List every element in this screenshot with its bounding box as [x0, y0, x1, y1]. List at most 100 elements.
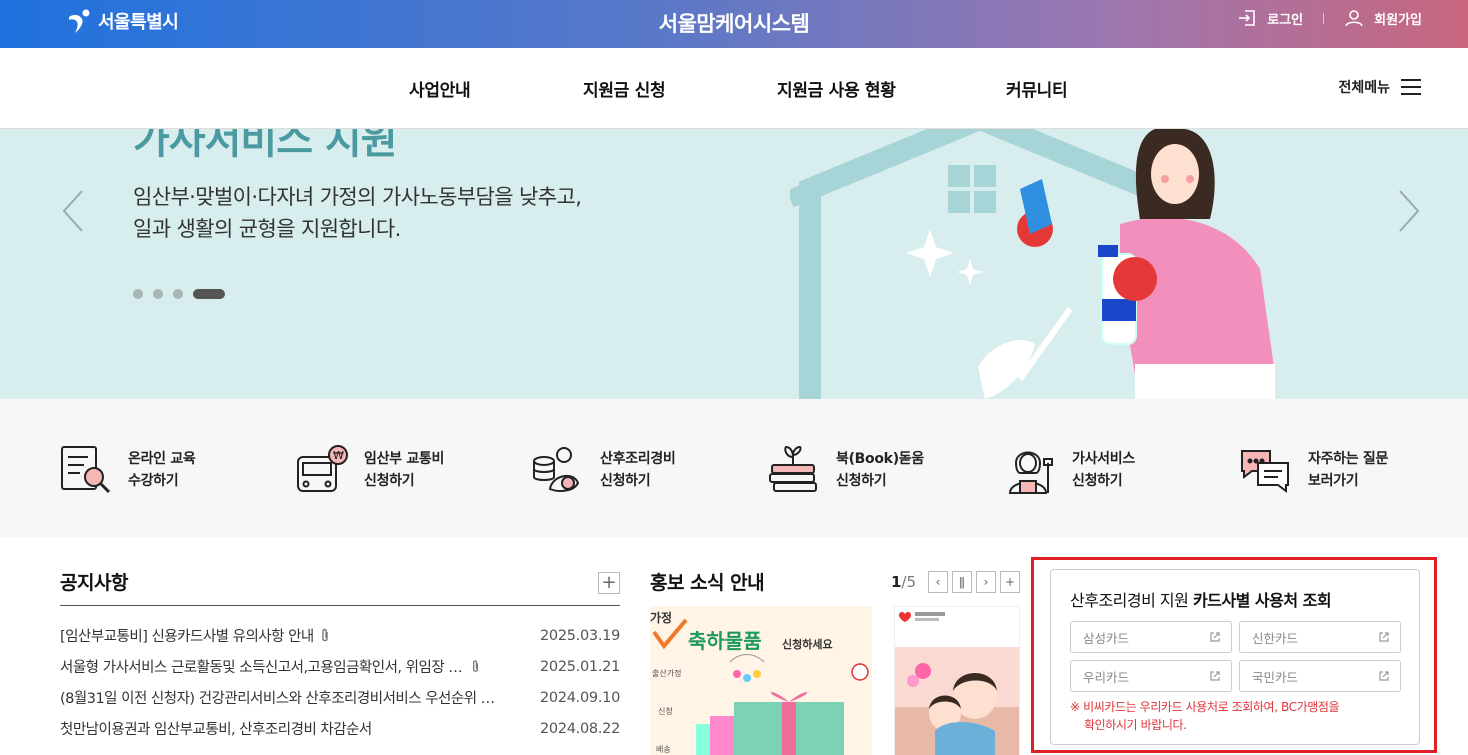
banner-side-text-3: 배송: [656, 745, 671, 754]
quick-link-sublabel: 수강하기: [128, 473, 179, 489]
quick-link-education[interactable]: 온라인 교육 수강하기: [58, 443, 196, 497]
svg-text:₩: ₩: [333, 449, 344, 462]
quick-link-label: 산후조리경비: [600, 451, 676, 467]
site-title[interactable]: 서울맘케어시스템: [659, 12, 810, 36]
quick-link-label: 임산부 교통비: [364, 451, 445, 467]
promo-total: /5: [901, 573, 916, 591]
quick-link-label: 자주하는 질문: [1308, 451, 1389, 467]
promo-prev-button[interactable]: ‹: [928, 571, 948, 593]
nav-item-apply[interactable]: 지원금 신청: [583, 76, 666, 101]
logo-text: 서울특별시: [98, 12, 179, 33]
card-button-label: 우리카드: [1083, 669, 1130, 685]
notice-item[interactable]: (8월31일 이전 신청자) 건강관리서비스와 산후조리경비서비스 우선순위 안…: [60, 682, 620, 713]
divider: [1323, 12, 1325, 24]
quick-links: 온라인 교육 수강하기 ₩ 임산부 교통비 신청하기 산후조리경비 신청하기 북…: [0, 399, 1468, 537]
notice-item-title: 첫만남이용권과 임산부교통비, 산후조리경비 차감순서: [60, 722, 372, 738]
card-button-kookmin[interactable]: 국민카드: [1239, 660, 1401, 692]
card-button-label: 삼성카드: [1083, 630, 1130, 646]
slide-dot-4[interactable]: [193, 289, 225, 299]
login-icon: [1239, 10, 1256, 26]
signup-link[interactable]: 회원가입: [1344, 8, 1422, 28]
hero-banner: 가사서비스 지원 임산부·맞벌이·다자녀 가정의 가사노동부담을 낮추고, 일과…: [0, 129, 1468, 399]
login-link[interactable]: 로그인: [1237, 8, 1303, 28]
promo-next-button[interactable]: ›: [976, 571, 996, 593]
family-banner-image: [895, 607, 1019, 755]
nav-item-community[interactable]: 커뮤니티: [1006, 76, 1068, 101]
quick-link-book[interactable]: 북(Book)돋움 신청하기: [766, 443, 924, 497]
banner-side-text-2: 신청: [658, 707, 673, 716]
notice-item-title: (8월31일 이전 신청자) 건강관리서비스와 산후조리경비서비스 우선순위 안…: [60, 691, 500, 707]
external-link-icon: [1210, 632, 1220, 642]
quick-link-transport[interactable]: ₩ 임산부 교통비 신청하기: [294, 443, 444, 497]
notice-item-date: 2025.03.19: [539, 627, 620, 644]
quick-link-housekeeping[interactable]: 가사서비스 신청하기: [1002, 443, 1135, 497]
quick-link-faq[interactable]: 자주하는 질문 보러가기: [1238, 443, 1388, 497]
card-button-samsung[interactable]: 삼성카드: [1070, 621, 1232, 653]
slide-dot-1[interactable]: [133, 289, 143, 299]
quick-link-sublabel: 신청하기: [364, 473, 415, 489]
postpartum-icon: [533, 447, 580, 492]
notice-more-button[interactable]: +: [598, 572, 620, 594]
promo-more-button[interactable]: +: [1000, 571, 1020, 593]
promo-banner-gift[interactable]: 가정 축하물품 신청하세요 출산가정 신청 배송: [650, 606, 872, 755]
notice-item[interactable]: [임산부교통비] 신용카드사별 유의사항 안내 2025.03.19: [60, 620, 620, 651]
housekeeper-icon: [1008, 451, 1053, 494]
prev-slide-icon[interactable]: [58, 187, 88, 235]
notice-item[interactable]: 서울형 가사서비스 근로활동및 소득신고서,고용임금확인서, 위임장 양식 안내…: [60, 651, 620, 682]
quick-link-label: 가사서비스: [1072, 451, 1135, 467]
banner-main-text: 축하물품: [688, 629, 762, 653]
card-lookup-highlight: 산후조리경비 지원 카드사별 사용처 조회 삼성카드 신한카드 우리카드 국민카…: [1031, 557, 1437, 753]
plus-icon: +: [1004, 575, 1016, 589]
card-button-shinhan[interactable]: 신한카드: [1239, 621, 1401, 653]
card-button-label: 신한카드: [1252, 630, 1299, 646]
promo-pause-button[interactable]: ǁ: [952, 571, 972, 593]
notice-item[interactable]: 첫만남이용권과 임산부교통비, 산후조리경비 차감순서 2024.08.22: [60, 713, 620, 744]
notice-item-date: 2025.01.21: [539, 658, 620, 675]
notice-item-date: 2024.08.22: [539, 720, 620, 737]
banner-sub-text: 신청하세요: [782, 637, 833, 651]
main-nav: 사업안내 지원금 신청 지원금 사용 현황 커뮤니티 전체메뉴: [0, 48, 1468, 129]
seoul-logo[interactable]: 서울특별시: [66, 6, 179, 36]
plus-icon: +: [601, 572, 617, 593]
notice-section: 공지사항 + [임산부교통비] 신용카드사별 유의사항 안내 2025.03.1…: [60, 568, 620, 744]
quick-link-postpartum[interactable]: 산후조리경비 신청하기: [530, 443, 676, 497]
card-lookup-title: 산후조리경비 지원 카드사별 사용처 조회: [1070, 587, 1332, 611]
notice-item-title: [임산부교통비] 신용카드사별 유의사항 안내: [60, 629, 314, 645]
external-link-icon: [1379, 632, 1389, 642]
external-link-icon: [1210, 671, 1220, 681]
slide-indicators: [133, 289, 225, 299]
quick-link-label: 북(Book)돋움: [836, 451, 924, 467]
banner-top-text: 가정: [650, 610, 672, 625]
promo-section: 홍보 소식 안내 1/5 ‹ ǁ › + 가정 축하물품 신청하세요 출산가정 …: [650, 568, 1020, 755]
slide-dot-3[interactable]: [173, 289, 183, 299]
chevron-right-icon: ›: [983, 575, 989, 589]
nav-item-usage[interactable]: 지원금 사용 현황: [777, 76, 896, 101]
quick-link-sublabel: 신청하기: [836, 473, 887, 489]
promo-banner-family[interactable]: [894, 606, 1020, 755]
quick-link-sublabel: 신청하기: [600, 473, 651, 489]
promo-controls: 1/5 ‹ ǁ › +: [891, 571, 1020, 593]
banner-side-text-1: 출산가정: [652, 668, 681, 678]
all-menu-button[interactable]: 전체메뉴: [1338, 77, 1422, 97]
bc-card-notice-line2: 확인하시기 바랍니다.: [1084, 718, 1187, 732]
all-menu-label: 전체메뉴: [1338, 80, 1390, 96]
slide-dot-2[interactable]: [153, 289, 163, 299]
signup-label: 회원가입: [1374, 12, 1422, 28]
next-slide-icon[interactable]: [1394, 187, 1424, 235]
hamburger-icon: [1401, 79, 1421, 95]
notice-title: 공지사항: [60, 572, 128, 594]
bc-card-notice-line1: ※ 비씨카드는 우리카드 사용처로 조회하여, BC가맹점을: [1070, 700, 1340, 714]
pause-icon: ǁ: [959, 575, 965, 589]
card-lookup-title-bold: 카드사별 사용처 조회: [1192, 591, 1332, 610]
notice-list: [임산부교통비] 신용카드사별 유의사항 안내 2025.03.19 서울형 가…: [60, 620, 620, 744]
card-button-label: 국민카드: [1252, 669, 1299, 685]
hero-description: 임산부·맞벌이·다자녀 가정의 가사노동부담을 낮추고, 일과 생활의 균형을 …: [133, 181, 582, 245]
nav-item-business[interactable]: 사업안내: [409, 76, 471, 101]
card-lookup-title-plain: 산후조리경비 지원: [1070, 591, 1193, 610]
quick-link-sublabel: 신청하기: [1072, 473, 1123, 489]
promo-pager: 1/5: [891, 573, 916, 591]
login-label: 로그인: [1267, 12, 1304, 28]
card-button-woori[interactable]: 우리카드: [1070, 660, 1232, 692]
user-icon: [1345, 10, 1363, 27]
card-lookup-panel: 산후조리경비 지원 카드사별 사용처 조회 삼성카드 신한카드 우리카드 국민카…: [1050, 569, 1420, 745]
